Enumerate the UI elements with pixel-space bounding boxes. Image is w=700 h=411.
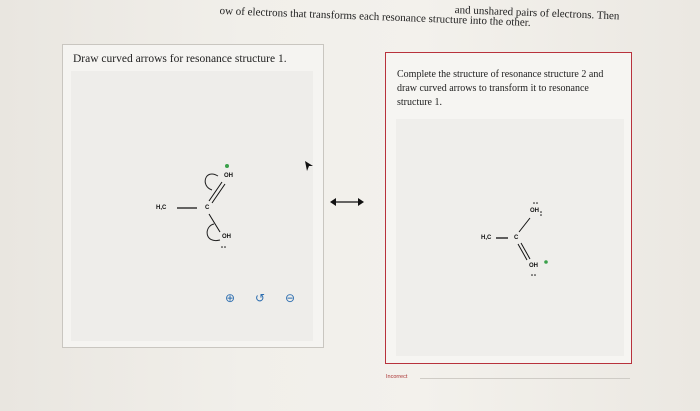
right-positive-charge [544,260,548,264]
screen: and unshared pairs of electrons. Then ow… [0,0,700,411]
right-single-bond [518,217,531,233]
right-molecule-bonds [496,202,548,276]
status-incorrect: Incorrect [386,374,408,380]
status-divider [420,378,630,379]
